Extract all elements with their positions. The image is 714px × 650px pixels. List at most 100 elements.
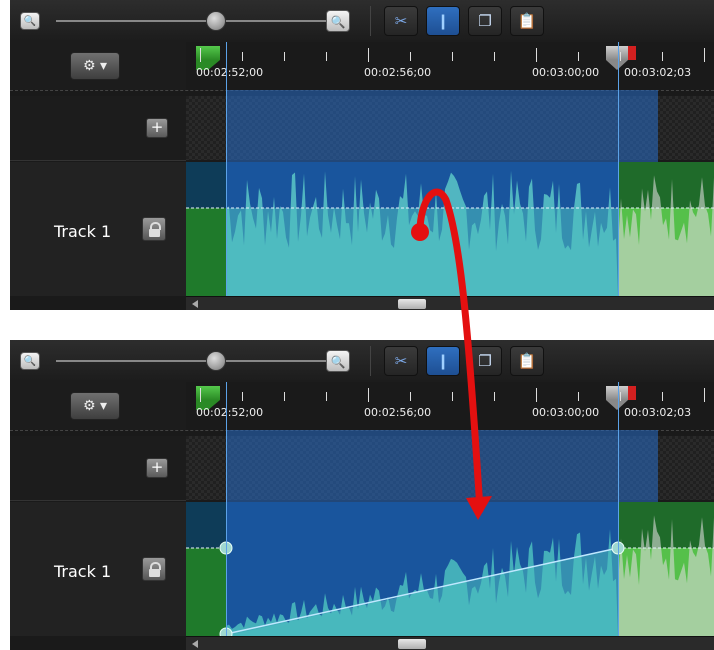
- lock-track-button[interactable]: [142, 217, 166, 241]
- track-name: Track 1: [54, 222, 112, 241]
- playhead-end-marker[interactable]: [628, 386, 636, 400]
- magnifier-plus-icon: 🔍: [330, 15, 346, 29]
- ruler-tick: [242, 52, 243, 61]
- paste-icon: 📋: [517, 352, 537, 370]
- time-label: 00:02:56;00: [364, 406, 432, 419]
- timeline-panel-before: 🔍 🔍 ✂ ❙ ❐ 📋 ⚙ ▾ 00:02:52;00 00:02:56;00 …: [10, 0, 714, 310]
- horizontal-scrollbar[interactable]: [186, 296, 714, 310]
- ruler-tick: [620, 52, 621, 61]
- zoom-in-button[interactable]: 🔍: [326, 350, 350, 372]
- ruler-tick: [620, 392, 621, 401]
- zoom-slider-knob[interactable]: [206, 11, 226, 31]
- selection-edge-right[interactable]: [618, 42, 619, 296]
- scroll-thumb[interactable]: [398, 299, 426, 309]
- gear-icon: ⚙ ▾: [82, 398, 108, 414]
- playhead-marker[interactable]: [606, 46, 628, 70]
- horizontal-scrollbar[interactable]: [186, 636, 714, 650]
- ruler-tick: [536, 48, 537, 62]
- ruler-tick: [368, 48, 369, 62]
- zoom-slider-knob[interactable]: [206, 351, 226, 371]
- waveform-right-clip: [618, 175, 714, 296]
- paste-icon: 📋: [517, 12, 537, 30]
- playhead-end-marker[interactable]: [628, 46, 636, 60]
- timeline-ruler[interactable]: 00:02:52;00 00:02:56;00 00:03:00;00 00:0…: [186, 382, 714, 430]
- ruler-tick: [662, 392, 663, 401]
- timeline-panel-after: 🔍 🔍 ✂ ❙ ❐ 📋 ⚙ ▾ 00:02:52;00 00:02:56;00 …: [10, 340, 714, 650]
- magnifier-minus-icon: 🔍: [23, 16, 37, 27]
- copy-button[interactable]: ❐: [468, 346, 502, 376]
- settings-area: ⚙ ▾: [10, 382, 186, 430]
- ruler-tick: [410, 52, 411, 61]
- ruler-tick: [704, 388, 705, 402]
- ruler-tick: [326, 392, 327, 401]
- ruler-tick: [284, 52, 285, 61]
- zoom-in-button[interactable]: 🔍: [326, 10, 350, 32]
- ruler-tick: [494, 52, 495, 61]
- selection-edge-right[interactable]: [618, 382, 619, 636]
- audio-waveform: [186, 170, 714, 296]
- lock-track-button[interactable]: [142, 557, 166, 581]
- ruler-tick: [452, 392, 453, 401]
- time-label: 00:02:52;00: [196, 66, 264, 79]
- cut-button[interactable]: ✂: [384, 346, 418, 376]
- ruler-tick: [242, 392, 243, 401]
- gear-icon: ⚙ ▾: [82, 58, 108, 74]
- toolbar: 🔍 🔍 ✂ ❙ ❐ 📋: [10, 340, 714, 383]
- split-icon: ❙: [436, 12, 450, 30]
- magnifier-plus-icon: 🔍: [330, 355, 346, 369]
- split-button[interactable]: ❙: [426, 6, 460, 36]
- split-button[interactable]: ❙: [426, 346, 460, 376]
- paste-button[interactable]: 📋: [510, 6, 544, 36]
- selection-edge-left[interactable]: [226, 42, 227, 296]
- ruler-tick: [536, 388, 537, 402]
- split-icon: ❙: [436, 352, 450, 370]
- zoom-out-button[interactable]: 🔍: [20, 12, 40, 30]
- waveform-right-clip: [618, 515, 714, 636]
- playhead-marker[interactable]: [606, 386, 628, 410]
- audio-clip-lane[interactable]: [186, 502, 714, 636]
- ruler-tick: [368, 388, 369, 402]
- plus-icon: +: [150, 458, 164, 476]
- copy-icon: ❐: [478, 352, 492, 370]
- magnifier-minus-icon: 🔍: [23, 356, 37, 367]
- ruler-tick: [200, 48, 201, 62]
- waveform-band: [226, 208, 618, 296]
- add-track-button[interactable]: +: [146, 458, 168, 478]
- settings-button[interactable]: ⚙ ▾: [70, 52, 120, 80]
- zoom-slider[interactable]: [56, 360, 326, 362]
- time-label: 00:02:52;00: [196, 406, 264, 419]
- paste-button[interactable]: 📋: [510, 346, 544, 376]
- selection-edge-left[interactable]: [226, 382, 227, 636]
- time-label: 00:03:02;03: [624, 66, 692, 79]
- ruler-tick: [662, 52, 663, 61]
- cut-button[interactable]: ✂: [384, 6, 418, 36]
- zoom-out-button[interactable]: 🔍: [20, 352, 40, 370]
- timeline-ruler[interactable]: 00:02:52;00 00:02:56;00 00:03:00;00 00:0…: [186, 42, 714, 90]
- selection-region-top: [226, 430, 658, 502]
- settings-area: ⚙ ▾: [10, 42, 186, 90]
- toolbar-divider: [370, 6, 371, 36]
- copy-button[interactable]: ❐: [468, 6, 502, 36]
- track-header: Track 1: [10, 502, 186, 636]
- ruler-tick: [410, 392, 411, 401]
- settings-button[interactable]: ⚙ ▾: [70, 392, 120, 420]
- scroll-thumb[interactable]: [398, 639, 426, 649]
- plus-icon: +: [150, 118, 164, 136]
- toolbar-divider: [370, 346, 371, 376]
- ruler-tick: [200, 388, 201, 402]
- time-label: 00:03:02;03: [624, 406, 692, 419]
- ruler-tick: [326, 52, 327, 61]
- empty-track-header: +: [10, 436, 186, 501]
- cut-icon: ✂: [394, 12, 408, 30]
- time-label: 00:02:56;00: [364, 66, 432, 79]
- ruler-tick: [452, 52, 453, 61]
- track-name: Track 1: [54, 562, 112, 581]
- zoom-slider[interactable]: [56, 20, 326, 22]
- audio-waveform: [186, 515, 714, 636]
- scroll-left-arrow[interactable]: [192, 640, 198, 648]
- cut-icon: ✂: [394, 352, 408, 370]
- audio-clip-lane[interactable]: [186, 162, 714, 296]
- scroll-left-arrow[interactable]: [192, 300, 198, 308]
- ruler-tick: [578, 52, 579, 61]
- add-track-button[interactable]: +: [146, 118, 168, 138]
